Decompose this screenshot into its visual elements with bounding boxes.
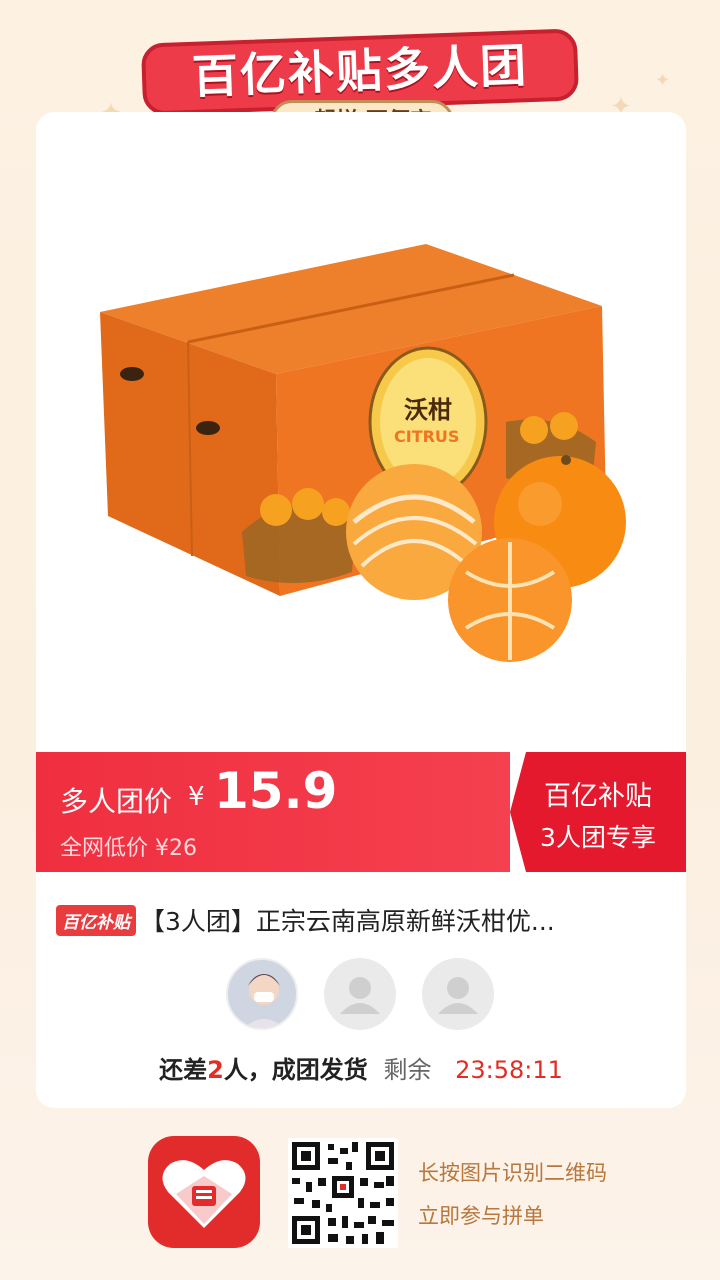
footer-line2: 立即参与拼单	[418, 1204, 544, 1228]
product-title[interactable]: 【3人团】正宗云南高原新鲜沃柑优...	[140, 902, 555, 938]
sparkle-icon: ✦	[655, 70, 671, 91]
market-price-label: 全网低价 ¥26	[60, 836, 197, 861]
person-placeholder-icon	[438, 977, 478, 1014]
box-label-en: CITRUS	[394, 427, 459, 446]
status-prefix: 还差	[159, 1056, 208, 1084]
group-price-label: 多人团价	[60, 785, 173, 818]
avatar[interactable]	[226, 958, 298, 1030]
price-panel: 多人团价 ¥ 15.9 全网低价 ¥26	[36, 752, 510, 872]
empty-slot-avatar[interactable]	[324, 958, 396, 1030]
remaining-label: 剩余	[383, 1056, 432, 1084]
qr-code-graphic	[288, 1138, 398, 1248]
countdown-timer: 23:58:11	[455, 1056, 563, 1084]
promo-line2: 3人团专享	[540, 823, 656, 852]
group-price: 15.9	[214, 762, 338, 820]
app-logo-graphic	[162, 1160, 246, 1228]
missing-count: 2	[207, 1056, 224, 1084]
status-suffix: 人，成团发货	[223, 1056, 368, 1084]
footer-line1: 长按图片识别二维码	[418, 1161, 607, 1185]
product-card[interactable]: 沃柑 CITRUS 多人团价 ¥ 15.9 全网低价 ¥26 百亿补贴 3人团专…	[36, 112, 686, 1108]
price-bar: 多人团价 ¥ 15.9 全网低价 ¥26 百亿补贴 3人团专享	[36, 752, 686, 872]
citrus-box-image[interactable]: 沃柑 CITRUS	[36, 112, 686, 752]
promo-tag: 百亿补贴 3人团专享	[510, 752, 686, 872]
qr-code-icon	[288, 1138, 398, 1248]
promo-line1: 百亿补贴	[544, 781, 652, 812]
group-status: 还差2人，成团发货 剩余 23:58:11	[36, 1050, 686, 1085]
empty-slot-avatar[interactable]	[422, 958, 494, 1030]
person-placeholder-icon	[340, 977, 380, 1014]
pinduoduo-logo-icon	[148, 1136, 260, 1248]
box-label-cn: 沃柑	[404, 396, 452, 424]
footer-instructions: 长按图片识别二维码 立即参与拼单	[418, 1152, 607, 1238]
product-illustration: 沃柑 CITRUS	[100, 244, 626, 662]
subsidy-badge: 百亿补贴	[56, 904, 136, 936]
group-members	[226, 958, 496, 1034]
product-title-row[interactable]: 百亿补贴 【3人团】正宗云南高原新鲜沃柑优...	[56, 902, 666, 938]
currency-symbol: ¥	[188, 782, 205, 812]
user-avatar-icon	[228, 960, 296, 1028]
header-banner: 百亿补贴多人团 一起拼 更便宜	[140, 22, 580, 144]
